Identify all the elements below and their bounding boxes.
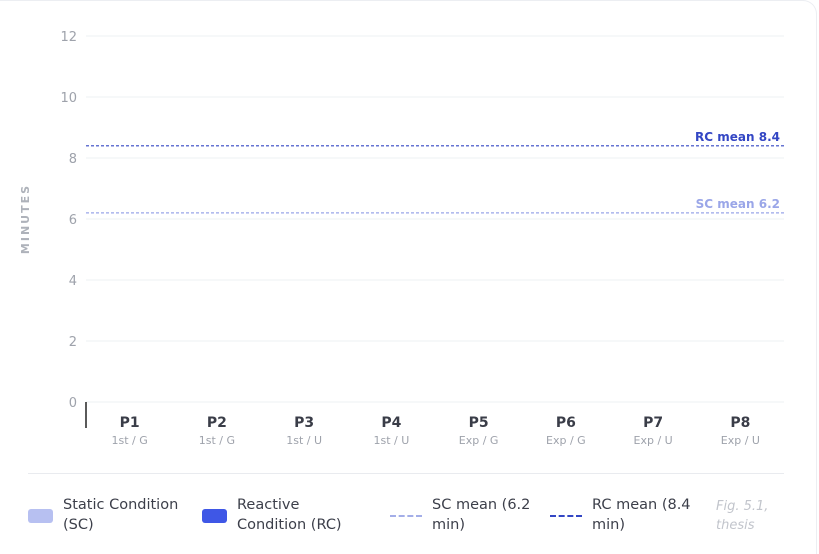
y-tick-label: 2 <box>69 335 77 350</box>
x-category-label: P5 <box>469 415 489 431</box>
x-category-sublabel: Exp / U <box>721 434 760 447</box>
chart-plot: 0 2 4 6 8 10 12 MINUTES P1 1st / G P2 1st / G P3 1st … <box>19 30 784 447</box>
chart-card: 0 2 4 6 8 10 12 MINUTES P1 1st / G P2 1st / G P3 1st … <box>0 0 817 554</box>
x-category-label: P2 <box>207 415 227 431</box>
x-category-label: P1 <box>120 415 140 431</box>
x-category-sublabel: 1st / G <box>199 434 235 447</box>
legend-swatch-sc-mean <box>390 515 422 517</box>
x-category-sublabel: 1st / U <box>286 434 322 447</box>
rc-mean-label: RC mean 8.4 <box>695 130 780 144</box>
legend-label-rc: Reactive Condition (RC) <box>237 497 342 533</box>
legend-swatch-rc <box>202 509 227 523</box>
x-category-label: P4 <box>381 415 401 431</box>
x-category-sublabel: Exp / G <box>459 434 499 447</box>
x-category-sublabel: Exp / U <box>634 434 673 447</box>
sc-mean-label: SC mean 6.2 <box>696 197 780 211</box>
legend-label-sc: Static Condition (SC) <box>63 497 179 533</box>
legend-label-rc-mean: RC mean (8.4 min) <box>592 497 691 533</box>
figure-caption: Fig. 5.1, thesis <box>716 499 769 533</box>
y-tick-label: 0 <box>69 396 77 411</box>
x-category-label: P7 <box>643 415 663 431</box>
legend-item-sc[interactable]: Static Condition (SC) <box>28 495 183 535</box>
y-tick-label: 12 <box>60 30 77 45</box>
y-tick-label: 10 <box>60 91 77 106</box>
y-tick-label: 6 <box>69 213 77 228</box>
legend-item-rc[interactable]: Reactive Condition (RC) <box>202 495 361 535</box>
legend-label-sc-mean: SC mean (6.2 min) <box>432 497 531 533</box>
legend-item-rc-mean[interactable]: RC mean (8.4 min) <box>550 495 702 535</box>
x-category-label: P3 <box>294 415 314 431</box>
x-category-sublabel: 1st / U <box>373 434 409 447</box>
legend-item-sc-mean[interactable]: SC mean (6.2 min) <box>390 495 540 535</box>
y-tick-label: 4 <box>69 274 77 289</box>
legend-swatch-rc-mean <box>550 515 582 517</box>
legend-swatch-sc <box>28 509 53 523</box>
x-category-label: P6 <box>556 415 576 431</box>
x-category-sublabel: Exp / G <box>546 434 586 447</box>
y-tick-label: 8 <box>69 152 77 167</box>
x-category-sublabel: 1st / G <box>111 434 147 447</box>
legend-divider <box>28 473 784 474</box>
x-category-label: P8 <box>730 415 750 431</box>
y-axis-title: MINUTES <box>19 184 32 254</box>
